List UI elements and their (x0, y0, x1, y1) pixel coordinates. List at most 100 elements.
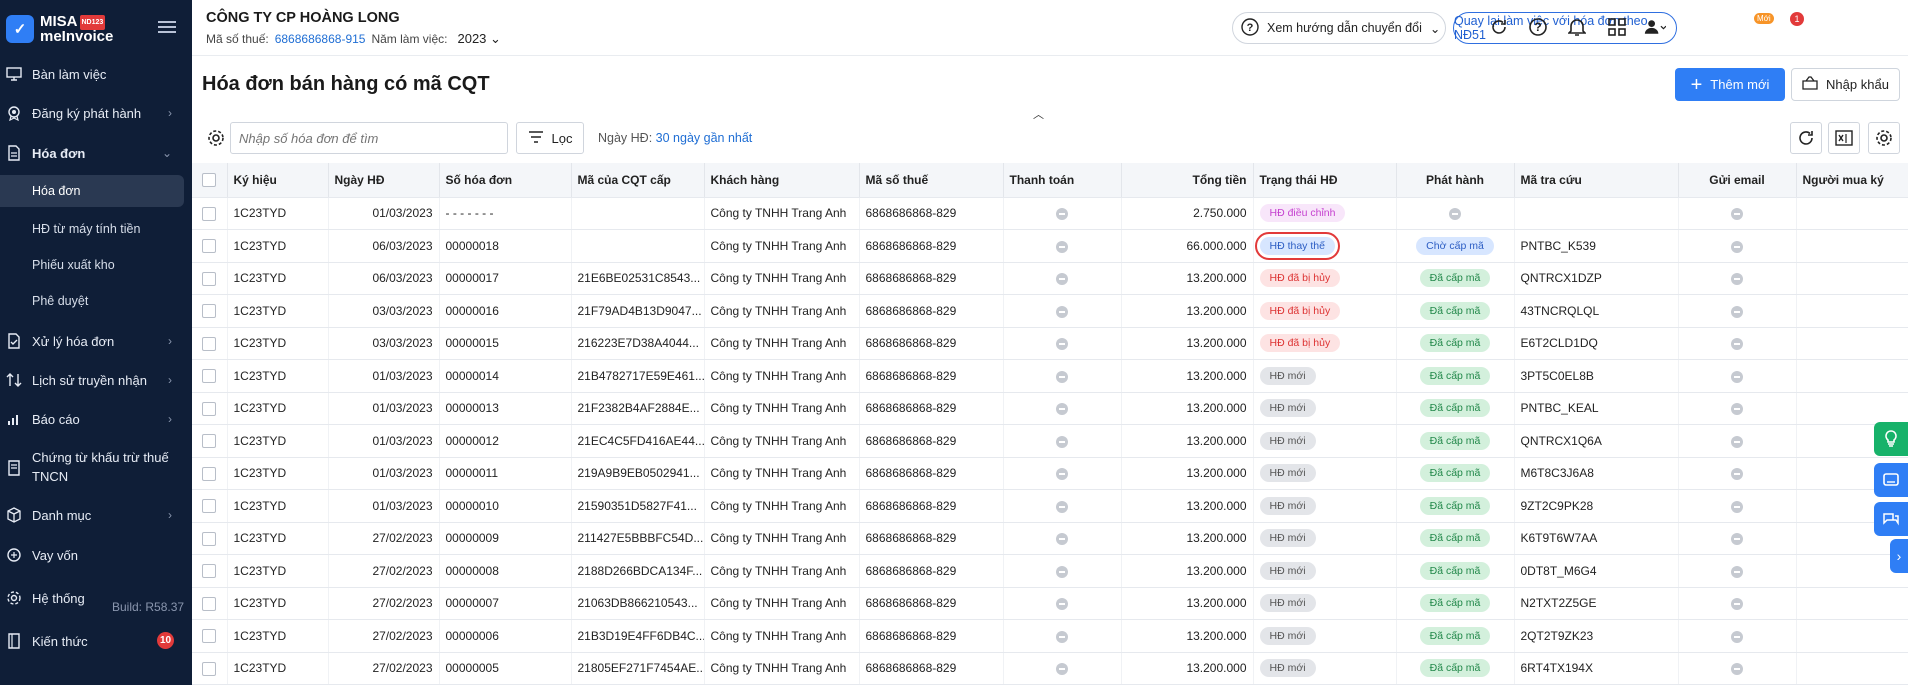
cell-invoice-number[interactable]: 00000012 (439, 424, 572, 458)
message-icon[interactable] (1874, 463, 1908, 497)
chevron-right-icon: › (168, 412, 172, 426)
table-row[interactable]: 1C23TYD 01/03/2023 00000010 21590351D5827F4… (192, 489, 1908, 523)
select-all-checkbox[interactable] (192, 163, 228, 198)
help-icon[interactable]: ? (1527, 16, 1549, 38)
cell-invoice-number[interactable]: 00000017 (439, 262, 572, 295)
table-row[interactable]: 1C23TYD 01/03/2023 00000014 21B4782717E59E4… (192, 359, 1908, 393)
cell-invoice-number[interactable]: 00000005 (439, 652, 572, 685)
row-checkbox[interactable] (192, 262, 228, 295)
row-checkbox[interactable] (192, 489, 228, 523)
sidebar-subitem-warehouse[interactable]: Phiếu xuất kho (0, 249, 184, 281)
table-row[interactable]: 1C23TYD 27/02/2023 00000008 2188D266BDCA134… (192, 554, 1908, 588)
refresh-icon[interactable] (1790, 122, 1822, 154)
sidebar-subitem-invoice[interactable]: Hóa đơn (0, 175, 184, 207)
cell-invoice-number[interactable]: 00000013 (439, 392, 572, 425)
col-header[interactable]: Gửi email (1678, 163, 1797, 198)
menu-toggle-icon[interactable] (158, 18, 176, 34)
cell-email-sent (1678, 359, 1797, 393)
cell-invoice-number[interactable]: 00000011 (439, 457, 572, 490)
col-header[interactable]: Ký hiệu (227, 163, 329, 198)
sidebar-item-catalog[interactable]: Danh mục › (0, 503, 192, 527)
table-row[interactable]: 1C23TYD 27/02/2023 00000007 21063DB86621054… (192, 587, 1908, 620)
cell-invoice-number[interactable]: 00000007 (439, 587, 572, 620)
filter-button[interactable]: Lọc (516, 122, 584, 154)
sync-icon[interactable] (1488, 16, 1510, 38)
collapse-toggle-icon[interactable]: ︿ (1033, 106, 1044, 122)
apps-grid-icon[interactable] (1606, 16, 1628, 38)
cell-invoice-number[interactable]: 00000010 (439, 489, 572, 523)
chevron-right-icon[interactable]: › (1890, 539, 1908, 573)
table-row[interactable]: 1C23TYD 27/02/2023 00000009 211427E5BBBFC54… (192, 522, 1908, 555)
date-filter-label: Ngày HĐ: (598, 131, 653, 145)
table-row[interactable]: 1C23TYD 27/02/2023 00000006 21B3D19E4FF6DB4… (192, 619, 1908, 653)
date-filter-value[interactable]: 30 ngày gần nhất (656, 131, 753, 145)
table-row[interactable]: 1C23TYD 03/03/2023 00000015 216223E7D38A404… (192, 327, 1908, 360)
table-row[interactable]: 1C23TYD 27/02/2023 00000005 21805EF271F7454… (192, 652, 1908, 685)
chat-support-icon[interactable] (1874, 502, 1908, 536)
col-header[interactable]: Khách hàng (704, 163, 860, 198)
sidebar-item-tax-certificate[interactable]: Chứng từ khấu trừ thuế TNCN (0, 448, 192, 488)
brand-logo[interactable]: ✓ MISA ND123 meInvoice (6, 14, 113, 44)
row-checkbox[interactable] (192, 359, 228, 393)
col-header[interactable]: Mã của CQT cấp (571, 163, 705, 198)
sidebar-subitem-approval[interactable]: Phê duyệt (0, 285, 184, 317)
row-checkbox[interactable] (192, 619, 228, 653)
table-row[interactable]: 1C23TYD 01/03/2023 00000011 219A9B9EB050294… (192, 457, 1908, 490)
table-row[interactable]: 1C23TYD 01/03/2023- - - - - - - Công ty TN… (192, 197, 1908, 230)
row-checkbox[interactable] (192, 294, 228, 328)
col-header[interactable]: Tổng tiền (1121, 163, 1254, 198)
col-header[interactable]: Ngày HĐ (328, 163, 440, 198)
user-avatar-icon[interactable] (1644, 16, 1666, 38)
sidebar-item-report[interactable]: Báo cáo › (0, 407, 192, 431)
year-select[interactable]: 2023 ⌄ (457, 31, 500, 47)
help-conversion-button[interactable]: ? Xem hướng dẫn chuyển đổi ⌄ (1232, 12, 1446, 44)
row-checkbox[interactable] (192, 392, 228, 425)
row-checkbox[interactable] (192, 229, 228, 263)
col-header[interactable]: Người mua ký (1796, 163, 1908, 198)
sidebar-item-register[interactable]: Đăng ký phát hành › (0, 101, 192, 125)
add-new-button[interactable]: + Thêm mới (1675, 68, 1785, 101)
invoice-search-input[interactable] (230, 122, 508, 154)
excel-export-icon[interactable] (1828, 122, 1860, 154)
import-button[interactable]: Nhập khẩu (1791, 68, 1900, 101)
sidebar-item-processing[interactable]: Xử lý hóa đơn › (0, 329, 192, 353)
cell-invoice-number[interactable]: 00000015 (439, 327, 572, 360)
table-row[interactable]: 1C23TYD 03/03/2023 00000016 21F79AD4B13D904… (192, 294, 1908, 328)
col-header[interactable]: Thanh toán (1003, 163, 1122, 198)
cell-invoice-number[interactable]: 00000016 (439, 294, 572, 328)
column-settings-icon[interactable] (202, 122, 230, 154)
idea-icon[interactable] (1874, 422, 1908, 456)
row-checkbox[interactable] (192, 457, 228, 490)
table-row[interactable]: 1C23TYD 01/03/2023 00000012 21EC4C5FD416AE4… (192, 424, 1908, 458)
table-row[interactable]: 1C23TYD 06/03/2023 00000017 21E6BE02531C854… (192, 262, 1908, 295)
row-checkbox[interactable] (192, 587, 228, 620)
table-row[interactable]: 1C23TYD 01/03/2023 00000013 21F2382B4AF2884… (192, 392, 1908, 425)
row-checkbox[interactable] (192, 652, 228, 685)
bell-icon[interactable] (1566, 16, 1588, 38)
row-checkbox[interactable] (192, 424, 228, 458)
row-checkbox[interactable] (192, 554, 228, 588)
cell-invoice-number[interactable]: 00000008 (439, 554, 572, 588)
settings-gear-icon[interactable] (1868, 122, 1900, 154)
cell-invoice-number[interactable]: - - - - - - - (439, 197, 572, 230)
col-header[interactable]: Mã số thuế (859, 163, 1004, 198)
sidebar-item-history[interactable]: Lịch sử truyền nhận › (0, 368, 192, 392)
col-header[interactable]: Mã tra cứu (1514, 163, 1679, 198)
sidebar-item-invoice[interactable]: Hóa đơn ⌄ (0, 141, 192, 165)
row-checkbox[interactable] (192, 327, 228, 360)
cell-invoice-number[interactable]: 00000006 (439, 619, 572, 653)
sidebar-item-loan[interactable]: Vay vốn (0, 543, 192, 567)
table-row[interactable]: 1C23TYD 06/03/2023 00000018 Công ty TNHH Tr… (192, 229, 1908, 263)
row-checkbox[interactable] (192, 197, 228, 230)
row-checkbox[interactable] (192, 522, 228, 555)
col-header[interactable]: Số hóa đơn (439, 163, 572, 198)
col-header[interactable]: Trạng thái HĐ (1253, 163, 1397, 198)
cell-customer: Công ty TNHH Trang Anh (704, 359, 860, 393)
col-header[interactable]: Phát hành (1396, 163, 1515, 198)
sidebar-item-dashboard[interactable]: Bàn làm việc (0, 62, 192, 86)
release-status-badge: Đã cấp mã (1419, 431, 1491, 450)
sidebar-subitem-pos-invoice[interactable]: HĐ từ máy tính tiền (0, 213, 184, 245)
cell-invoice-number[interactable]: 00000018 (439, 229, 572, 263)
cell-invoice-number[interactable]: 00000009 (439, 522, 572, 555)
cell-invoice-number[interactable]: 00000014 (439, 359, 572, 393)
